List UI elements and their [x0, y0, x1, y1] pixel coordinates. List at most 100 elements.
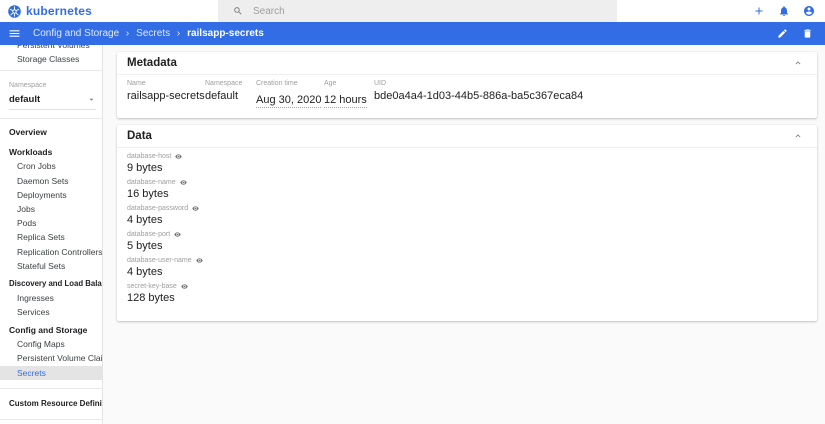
- sidebar-item-ingresses[interactable]: Ingresses: [0, 291, 102, 305]
- field-value: Aug 30, 2020: [256, 94, 322, 108]
- delete-trash-button[interactable]: [802, 28, 813, 39]
- sidebar-nav: Persistent Volumes Storage Classes Names…: [0, 45, 103, 424]
- sidebar-item-persistent-volume-claims[interactable]: Persistent Volume Claims: [0, 351, 102, 365]
- divider: [0, 70, 102, 72]
- secret-size: 5 bytes: [127, 240, 163, 252]
- secret-key: database-port: [127, 231, 171, 238]
- collapse-chevron-up-icon[interactable]: [793, 131, 803, 141]
- reveal-eye-icon[interactable]: [192, 205, 199, 212]
- notifications-bell-button[interactable]: [778, 5, 790, 17]
- secret-item-secret-key-base: secret-key-base 128 bytes: [127, 283, 807, 304]
- field-label: Creation time: [256, 80, 298, 87]
- sidebar-item-jobs[interactable]: Jobs: [0, 202, 102, 216]
- breadcrumb-secrets[interactable]: Secrets: [136, 28, 170, 39]
- sidebar-item-daemon-sets[interactable]: Daemon Sets: [0, 174, 102, 188]
- field-value: railsapp-secrets: [127, 90, 205, 102]
- kubernetes-helm-icon: [8, 4, 21, 18]
- brand-name: kubernetes: [26, 4, 93, 18]
- namespace-selector-block: Namespace default: [0, 75, 102, 114]
- create-plus-button[interactable]: [753, 5, 765, 17]
- sidebar-section-workloads[interactable]: Workloads: [0, 145, 102, 159]
- namespace-value: default: [9, 94, 41, 106]
- metadata-field-name: Name railsapp-secrets: [127, 80, 205, 108]
- field-value: default: [205, 90, 239, 102]
- edit-pencil-button[interactable]: [777, 28, 788, 39]
- breadcrumb-current: railsapp-secrets: [187, 28, 264, 39]
- sidebar-item-cron-jobs[interactable]: Cron Jobs: [0, 159, 102, 173]
- main-content: Metadata Name railsapp-secrets Namespace…: [103, 45, 825, 424]
- metadata-field-namespace: Namespace default: [205, 80, 256, 108]
- metadata-card-header: Metadata: [117, 52, 817, 75]
- sidebar-item-config-maps[interactable]: Config Maps: [0, 337, 102, 351]
- secret-item-database-name: database-name 16 bytes: [127, 179, 807, 200]
- kubernetes-logo[interactable]: kubernetes: [0, 4, 218, 18]
- sidebar-item-deployments[interactable]: Deployments: [0, 188, 102, 202]
- secret-data-list: database-host 9 bytes database-name 16 b…: [117, 148, 817, 321]
- sidebar-item-secrets[interactable]: Secrets: [0, 365, 102, 380]
- search-placeholder: Search: [253, 5, 285, 17]
- secret-key: database-password: [127, 205, 189, 212]
- secret-key: database-name: [127, 179, 176, 186]
- namespace-label: Namespace: [9, 82, 47, 90]
- sidebar-item-services[interactable]: Services: [0, 305, 102, 319]
- secret-item-database-user-name: database-user-name 4 bytes: [127, 257, 807, 278]
- data-card: Data database-host 9 bytes database-name…: [117, 125, 817, 321]
- sidebar-item-custom-resource-definitions[interactable]: Custom Resource Definitions: [0, 397, 102, 411]
- menu-hamburger-button[interactable]: [8, 27, 21, 40]
- secret-key: database-host: [127, 153, 172, 160]
- metadata-field-age: Age 12 hours: [324, 80, 374, 108]
- breadcrumb-config-and-storage[interactable]: Config and Storage: [33, 28, 119, 39]
- secret-size: 16 bytes: [127, 188, 169, 200]
- namespace-select[interactable]: default: [9, 94, 96, 111]
- search-input[interactable]: Search: [218, 0, 617, 22]
- sidebar-item-pods[interactable]: Pods: [0, 216, 102, 230]
- metadata-field-creation-time: Creation time Aug 30, 2020: [256, 80, 324, 108]
- secret-size: 4 bytes: [127, 214, 163, 226]
- divider: [0, 418, 102, 420]
- sidebar-item-persistent-volumes[interactable]: Persistent Volumes: [0, 45, 102, 52]
- sidebar-item-storage-classes[interactable]: Storage Classes: [0, 52, 102, 66]
- field-label: Name: [127, 80, 146, 87]
- top-app-bar: kubernetes Search: [0, 0, 825, 22]
- dropdown-arrow-icon: [87, 95, 96, 104]
- secret-size: 4 bytes: [127, 266, 163, 278]
- reveal-eye-icon[interactable]: [181, 283, 188, 290]
- metadata-fields: Name railsapp-secrets Namespace default …: [117, 75, 817, 118]
- reveal-eye-icon[interactable]: [179, 179, 187, 186]
- secret-size: 128 bytes: [127, 292, 175, 304]
- metadata-card-title: Metadata: [127, 57, 177, 69]
- sidebar-section-config-storage[interactable]: Config and Storage: [0, 323, 102, 337]
- chevron-right-icon: [123, 29, 132, 38]
- divider: [0, 118, 102, 120]
- chevron-right-icon: [174, 29, 183, 38]
- field-label: UID: [374, 80, 387, 87]
- reveal-eye-icon[interactable]: [195, 257, 203, 264]
- secret-key: secret-key-base: [127, 283, 177, 290]
- secret-item-database-port: database-port 5 bytes: [127, 231, 807, 252]
- field-value: bde0a4a4-1d03-44b5-886a-ba5c367eca84: [374, 90, 584, 102]
- data-card-header: Data: [117, 125, 817, 148]
- secret-item-database-password: database-password 4 bytes: [127, 205, 807, 226]
- field-value: 12 hours: [324, 94, 367, 108]
- breadcrumb: Config and Storage Secrets railsapp-secr…: [33, 28, 264, 39]
- sidebar-section-discovery[interactable]: Discovery and Load Balancing: [0, 277, 102, 291]
- divider: [0, 387, 102, 389]
- sidebar-item-stateful-sets[interactable]: Stateful Sets: [0, 259, 102, 273]
- sidebar-item-replication-controllers[interactable]: Replication Controllers: [0, 245, 102, 259]
- account-circle-button[interactable]: [803, 5, 815, 17]
- secret-key: database-user-name: [127, 257, 192, 264]
- collapse-chevron-up-icon[interactable]: [793, 58, 803, 68]
- metadata-field-uid: UID bde0a4a4-1d03-44b5-886a-ba5c367eca84: [374, 80, 583, 108]
- sidebar-item-overview[interactable]: Overview: [0, 125, 102, 139]
- secret-item-database-host: database-host 9 bytes: [127, 153, 807, 174]
- field-label: Namespace: [205, 80, 243, 87]
- secret-size: 9 bytes: [127, 162, 163, 174]
- reveal-eye-icon[interactable]: [175, 153, 183, 160]
- data-card-title: Data: [127, 130, 152, 142]
- breadcrumb-bar: Config and Storage Secrets railsapp-secr…: [0, 22, 825, 45]
- search-icon: [233, 6, 243, 16]
- field-label: Age: [324, 80, 337, 87]
- sidebar-item-replica-sets[interactable]: Replica Sets: [0, 230, 102, 244]
- metadata-card: Metadata Name railsapp-secrets Namespace…: [117, 52, 817, 118]
- reveal-eye-icon[interactable]: [174, 231, 181, 238]
